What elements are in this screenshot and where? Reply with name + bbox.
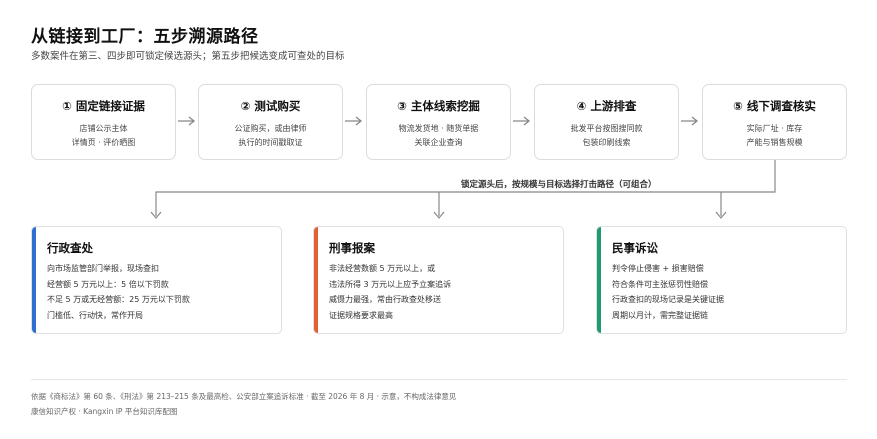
card-accent-bar (597, 227, 601, 333)
card-line: 经营额 5 万元以上：5 倍以下罚款 (47, 279, 169, 289)
card-title: 民事诉讼 (612, 241, 658, 255)
card-title: 刑事报案 (329, 241, 375, 255)
card-line: 证据规格要求最高 (329, 310, 393, 320)
card-line: 威慑力最强，常由行政查处移送 (329, 295, 441, 304)
card-accent-bar (32, 227, 36, 333)
card-line: 违法所得 3 万元以上应予立案追诉 (329, 279, 452, 289)
card-title: 行政查处 (47, 241, 93, 255)
card-civil: 民事诉讼 判令停止侵害 + 损害赔偿 符合条件可主张惩罚性赔偿 行政查扣的现场记… (596, 226, 847, 334)
card-criminal: 刑事报案 非法经营数额 5 万元以上，或 违法所得 3 万元以上应予立案追诉 威… (313, 226, 564, 334)
card-line: 周期以月计，需完整证据链 (612, 310, 708, 320)
card-line: 行政查扣的现场记录是关键证据 (612, 295, 724, 304)
card-administrative: 行政查处 向市场监管部门举报，现场查扣 经营额 5 万元以上：5 倍以下罚款 不… (31, 226, 282, 334)
footer-divider (31, 379, 847, 380)
card-line: 不足 5 万或无经营额：25 万元以下罚款 (47, 295, 190, 304)
flow-label: 锁定源头后，按规模与目标选择打击路径（可组合） (461, 180, 657, 190)
branch-connector (150, 160, 776, 219)
card-line: 判令停止侵害 + 损害赔偿 (612, 264, 704, 273)
card-line: 符合条件可主张惩罚性赔偿 (612, 279, 708, 289)
footer-credit: 康信知识产权 · Kangxin IP 平台知识库配图 (31, 407, 178, 416)
card-accent-bar (314, 227, 318, 333)
footer-source-note: 依据《商标法》第 60 条、《刑法》第 213–215 条及最高检、公安部立案追… (31, 392, 457, 401)
card-line: 非法经营数额 5 万元以上，或 (329, 264, 436, 273)
card-line: 门槛低、行动快，常作开局 (47, 310, 143, 320)
card-line: 向市场监管部门举报，现场查扣 (47, 264, 159, 273)
